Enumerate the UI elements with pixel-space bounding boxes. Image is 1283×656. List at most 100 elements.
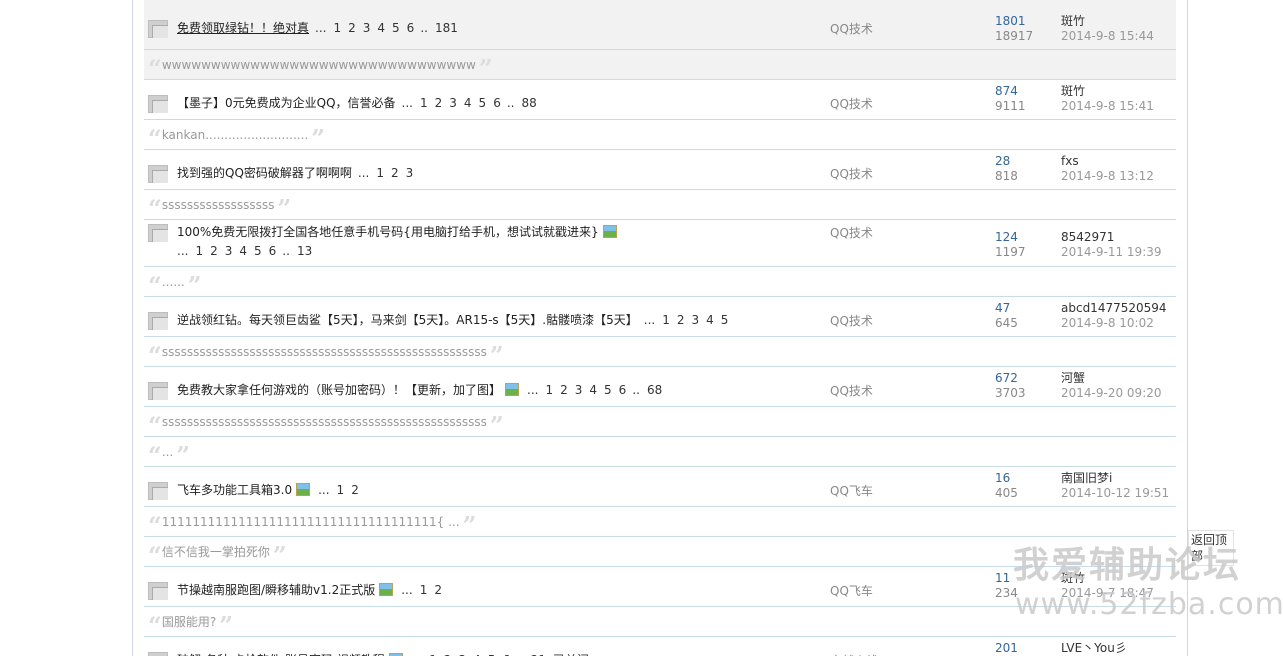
page-link-last[interactable]: 88 bbox=[521, 96, 536, 110]
page-link-1[interactable]: 1 bbox=[195, 244, 203, 258]
quote-close-icon: ” bbox=[489, 411, 504, 436]
page-link-5[interactable]: 5 bbox=[254, 244, 262, 258]
reply-count[interactable]: 874 bbox=[995, 84, 1055, 99]
last-post-user[interactable]: 河蟹 bbox=[1061, 371, 1261, 386]
page-link-2[interactable]: 2 bbox=[351, 483, 359, 497]
page-link-4[interactable]: 4 bbox=[239, 244, 247, 258]
page-link-6[interactable]: 6 bbox=[407, 21, 415, 35]
page-link-last[interactable]: 13 bbox=[297, 244, 312, 258]
page-link-3[interactable]: 3 bbox=[449, 96, 457, 110]
thread-title-area: 【墨子】0元免费成为企业QQ，信誉必备... 1 2 3 4 5 6.. 88 bbox=[177, 94, 796, 113]
forum-link[interactable]: QQ技术 bbox=[830, 165, 873, 182]
thread-title-link[interactable]: 【墨子】0元免费成为企业QQ，信誉必备 bbox=[177, 96, 396, 110]
last-post-user[interactable]: 南国旧梦i bbox=[1061, 471, 1261, 486]
thread-pagination: ... 1 2 3 4 5 6.. 88 bbox=[396, 96, 537, 110]
reply-count[interactable]: 28 bbox=[995, 154, 1055, 169]
page-link-5[interactable]: 5 bbox=[479, 96, 487, 110]
page-link-4[interactable]: 4 bbox=[706, 313, 714, 327]
folder-icon bbox=[148, 582, 168, 600]
forum-link[interactable]: QQ飞车 bbox=[830, 482, 873, 499]
page-link-4[interactable]: 4 bbox=[464, 96, 472, 110]
page-link-last[interactable]: 181 bbox=[435, 21, 458, 35]
thread-main-row: 破解-各种 卡枪软件 账号密码 视频教程...123456..21已关闭 穿越火线… bbox=[144, 637, 1176, 656]
view-count: 405 bbox=[995, 486, 1018, 500]
page-link-6[interactable]: 6 bbox=[269, 244, 277, 258]
page-link-2[interactable]: 2 bbox=[435, 96, 443, 110]
last-post-time[interactable]: 2014-9-8 13:12 bbox=[1061, 169, 1261, 184]
page-link-3[interactable]: 3 bbox=[225, 244, 233, 258]
page-link-5[interactable]: 5 bbox=[604, 383, 612, 397]
thread-title-area: 免费教大家拿任何游戏的（账号加密码）！【更新，加了图】... 1 2 3 4 5 6.. 68 bbox=[177, 381, 796, 400]
page-link-3[interactable]: 3 bbox=[363, 21, 371, 35]
forum-link[interactable]: 穿越火线 bbox=[830, 652, 878, 656]
page-link-3[interactable]: 3 bbox=[692, 313, 700, 327]
thread-counts: 124 1197 bbox=[995, 230, 1055, 260]
page-link-6[interactable]: 6 bbox=[493, 96, 501, 110]
last-post-user[interactable]: fxs bbox=[1061, 154, 1261, 169]
page-link-2[interactable]: 2 bbox=[210, 244, 218, 258]
last-post-user[interactable]: LVE丶You彡 bbox=[1061, 641, 1261, 656]
thread-pagination: ... 1 2 bbox=[312, 483, 359, 497]
page-link-1[interactable]: 1 bbox=[333, 21, 341, 35]
page-link-1[interactable]: 1 bbox=[337, 483, 345, 497]
thread-title-link[interactable]: 飞车多功能工具箱3.0 bbox=[177, 483, 292, 497]
thread-main-row: 100%免费无限拨打全国各地任意手机号码{用电脑打给手机，想试试就戳进来}...… bbox=[144, 220, 1176, 266]
folder-icon-front bbox=[152, 387, 168, 400]
last-post-user[interactable]: 斑竹 bbox=[1061, 14, 1261, 29]
forum-link[interactable]: QQ技术 bbox=[830, 382, 873, 399]
pagination-more: .. bbox=[282, 244, 290, 258]
last-post-user[interactable]: abcd1477520594 bbox=[1061, 301, 1261, 316]
last-post-user[interactable]: 斑竹 bbox=[1061, 84, 1261, 99]
thread-main-row: 免费教大家拿任何游戏的（账号加密码）！【更新，加了图】... 1 2 3 4 5 6.. 68… bbox=[144, 367, 1176, 406]
reply-count[interactable]: 47 bbox=[995, 301, 1055, 316]
forum-link[interactable]: QQ技术 bbox=[830, 224, 873, 241]
page-link-3[interactable]: 3 bbox=[575, 383, 583, 397]
page-link-1[interactable]: 1 bbox=[545, 383, 553, 397]
thread-title-link[interactable]: 100%免费无限拨打全国各地任意手机号码{用电脑打给手机，想试试就戳进来} bbox=[177, 225, 599, 239]
preview-text: 111111111111111111111111111111111111{ ..… bbox=[161, 515, 460, 529]
page-link-5[interactable]: 5 bbox=[392, 21, 400, 35]
thread-title-link[interactable]: 节操越南服跑图/瞬移辅助v1.2正式版 bbox=[177, 583, 375, 597]
reply-count[interactable]: 672 bbox=[995, 371, 1055, 386]
forum-link[interactable]: QQ技术 bbox=[830, 20, 873, 37]
last-post-user[interactable]: 8542971 bbox=[1061, 230, 1261, 245]
last-post-time[interactable]: 2014-9-8 10:02 bbox=[1061, 316, 1261, 331]
forum-link[interactable]: QQ技术 bbox=[830, 312, 873, 329]
page-link-2[interactable]: 2 bbox=[560, 383, 568, 397]
page-link-3[interactable]: 3 bbox=[406, 166, 414, 180]
last-post-time[interactable]: 2014-10-12 19:51 bbox=[1061, 486, 1261, 501]
page-link-4[interactable]: 4 bbox=[377, 21, 385, 35]
forum-link[interactable]: QQ技术 bbox=[830, 95, 873, 112]
thread-title-link[interactable]: 免费领取绿钻！！绝对真 bbox=[177, 21, 309, 35]
reply-count[interactable]: 124 bbox=[995, 230, 1055, 245]
page-link-1[interactable]: 1 bbox=[420, 583, 428, 597]
reply-count[interactable]: 201 bbox=[995, 641, 1055, 656]
reply-count[interactable]: 1801 bbox=[995, 14, 1055, 29]
reply-count[interactable]: 16 bbox=[995, 471, 1055, 486]
thread-preview: “sssssssssssssssssssssssssssssssssssssss… bbox=[144, 406, 1176, 436]
page-link-2[interactable]: 2 bbox=[348, 21, 356, 35]
page-link-1[interactable]: 1 bbox=[420, 96, 428, 110]
page-link-1[interactable]: 1 bbox=[376, 166, 384, 180]
pagination-more: .. bbox=[632, 383, 640, 397]
thread-title-link[interactable]: 找到强的QQ密码破解器了啊啊啊 bbox=[177, 166, 352, 180]
thread-pagination: ... 1 2 3 4 5 bbox=[638, 313, 729, 327]
page-link-last[interactable]: 68 bbox=[647, 383, 662, 397]
page-link-6[interactable]: 6 bbox=[619, 383, 627, 397]
page-link-2[interactable]: 2 bbox=[677, 313, 685, 327]
last-post-time[interactable]: 2014-9-8 15:44 bbox=[1061, 29, 1261, 44]
page-link-4[interactable]: 4 bbox=[589, 383, 597, 397]
thread-title-link[interactable]: 逆战领红钻。每天领巨齿鲨【5天】，马来剑【5天】。AR15-s【5天】.骷髅喷漆… bbox=[177, 313, 638, 327]
page-link-5[interactable]: 5 bbox=[721, 313, 729, 327]
last-post-time[interactable]: 2014-9-11 19:39 bbox=[1061, 245, 1261, 260]
last-post-time[interactable]: 2014-9-20 09:20 bbox=[1061, 386, 1261, 401]
thread-title-area: 找到强的QQ密码破解器了啊啊啊... 1 2 3 bbox=[177, 164, 796, 183]
last-post-time[interactable]: 2014-9-8 15:41 bbox=[1061, 99, 1261, 114]
page-link-1[interactable]: 1 bbox=[662, 313, 670, 327]
page-link-2[interactable]: 2 bbox=[391, 166, 399, 180]
forum-link[interactable]: QQ飞车 bbox=[830, 582, 873, 599]
thread-pagination: ... 1 2 bbox=[395, 583, 442, 597]
thread-title-link[interactable]: 免费教大家拿任何游戏的（账号加密码）！【更新，加了图】 bbox=[177, 383, 501, 397]
preview-text: ssssssssssssssssss bbox=[161, 198, 275, 212]
page-link-2[interactable]: 2 bbox=[434, 583, 442, 597]
